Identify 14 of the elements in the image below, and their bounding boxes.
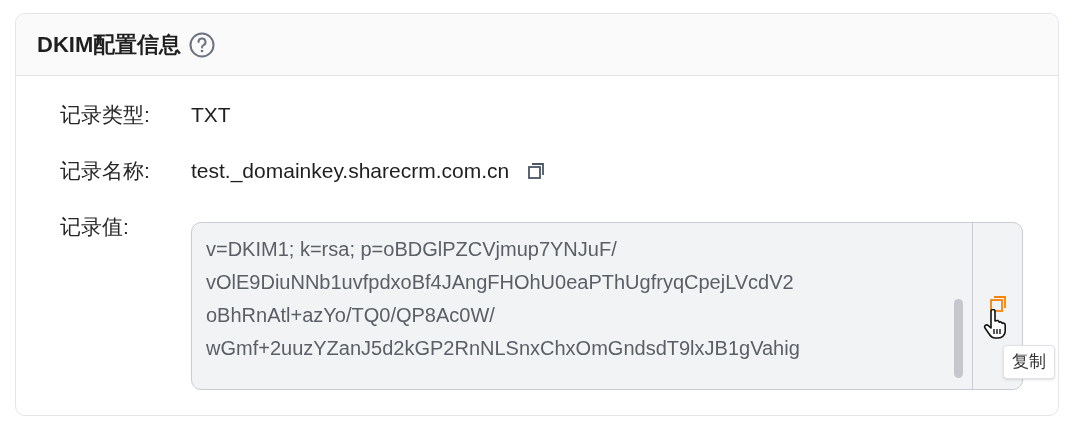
scrollbar-thumb[interactable] [954, 299, 963, 378]
field-value: test._domainkey.sharecrm.com.cn [191, 158, 510, 185]
record-value-line: oBhRnAtl+azYo/TQ0/QP8Ac0W/ [206, 303, 495, 328]
record-value-line: wGmf+2uuzYZanJ5d2kGP2RnNLSnxChxOmGndsdT9lxJB1gVahig [206, 336, 800, 361]
card-title: DKIM配置信息 [37, 31, 182, 59]
hand-cursor-icon [983, 309, 1007, 339]
tooltip: 复制 [1003, 345, 1055, 379]
field-label: 记录值: [60, 214, 130, 240]
record-value-line: vOlE9DiuNNb1uvfpdxoBf4JAngFHOhU0eaPThUgfryqCpejLVcdV2 [206, 270, 794, 295]
field-label: 记录名称: [60, 158, 151, 184]
field-label: 记录类型: [60, 102, 151, 128]
record-value-line: v=DKIM1; k=rsa; p=oBDGlPZCVjmup7YNJuF/ [206, 237, 617, 262]
help-icon[interactable] [189, 31, 216, 58]
field-value: TXT [191, 102, 231, 128]
